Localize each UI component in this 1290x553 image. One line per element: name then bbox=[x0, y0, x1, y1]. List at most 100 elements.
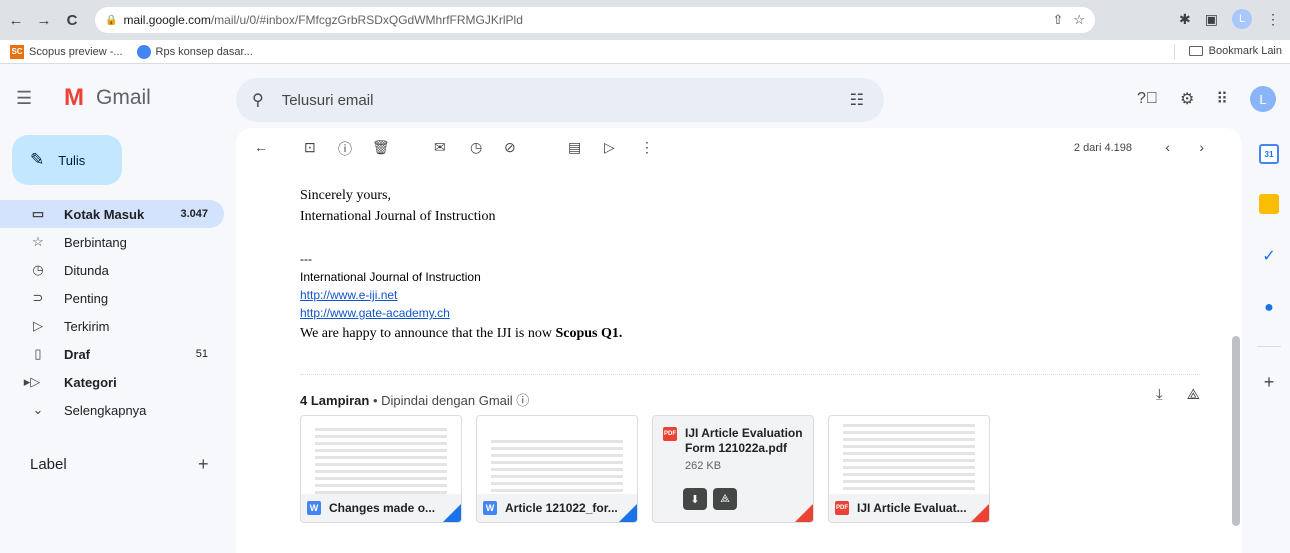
message-view: ← ⊡ ⓘ 🗑 ✉ ◷ ⊘ ▤ ▷ ⋮ 2 dari 4.198 ‹ › Sin… bbox=[236, 128, 1242, 553]
bookmark-rps[interactable]: Rps konsep dasar... bbox=[136, 44, 253, 59]
email-closing: Sincerely yours, bbox=[300, 188, 391, 203]
share-icon[interactable]: ⇧ bbox=[1052, 12, 1063, 28]
attachment-card[interactable]: W Article 121022_for... bbox=[476, 415, 638, 523]
url-domain: mail.google.com bbox=[123, 13, 211, 27]
signature-separator: --- bbox=[300, 252, 312, 266]
attachment-preview bbox=[301, 416, 461, 501]
back-to-inbox-icon[interactable]: ← bbox=[254, 139, 268, 155]
compose-button[interactable]: ✎ Tulis bbox=[12, 135, 122, 185]
other-bookmarks[interactable]: Bookmark Lain bbox=[1188, 45, 1282, 57]
move-to-icon[interactable]: ▤ bbox=[568, 139, 581, 156]
pencil-icon: ✎ bbox=[30, 150, 45, 169]
gate-academy-link[interactable]: http://www.gate-academy.ch bbox=[300, 306, 450, 320]
doc-corner-icon bbox=[443, 504, 461, 522]
bookmark-label: Scopus preview -... bbox=[29, 45, 123, 58]
attachment-name: IJI Article Evaluation Form 121022a.pdf bbox=[685, 426, 803, 455]
compose-label: Tulis bbox=[58, 152, 86, 168]
sidebar-item-starred[interactable]: ☆ Berbintang bbox=[0, 228, 224, 256]
search-icon[interactable]: ⚲ bbox=[252, 90, 264, 110]
attachment-name: Article 121022_for... bbox=[505, 501, 618, 515]
other-bookmarks-label: Bookmark Lain bbox=[1208, 45, 1282, 57]
profile-avatar[interactable]: L bbox=[1232, 9, 1252, 29]
url-path: /mail/u/0/#inbox/FMfcgzGrbRSDxQGdWMhrfFR… bbox=[210, 13, 523, 27]
attachment-preview bbox=[829, 416, 989, 494]
draft-icon: ▯ bbox=[34, 346, 42, 361]
bookmark-divider bbox=[1174, 44, 1175, 60]
address-bar[interactable]: 🔒 mail.google.com/mail/u/0/#inbox/FMfcgz… bbox=[95, 7, 1095, 33]
add-to-tasks-icon[interactable]: ⊘ bbox=[504, 139, 516, 156]
mark-unread-icon[interactable]: ✉ bbox=[434, 139, 446, 156]
scrollbar[interactable] bbox=[1232, 336, 1240, 526]
keep-icon[interactable] bbox=[1259, 194, 1279, 214]
pdf-corner-icon bbox=[795, 504, 813, 522]
account-avatar[interactable]: L bbox=[1250, 86, 1276, 112]
attachment-card-hover[interactable]: PDF IJI Article Evaluation Form 121022a.… bbox=[652, 415, 814, 523]
bookmark-star-icon[interactable]: ☆ bbox=[1073, 12, 1085, 28]
sidebar-item-drafts[interactable]: ▯ Draf 51 bbox=[0, 340, 224, 368]
download-icon[interactable]: ⬇ bbox=[683, 488, 707, 510]
attachment-card[interactable]: PDF IJI Article Evaluat... bbox=[828, 415, 990, 523]
download-all-icon[interactable]: ⤓ bbox=[1156, 386, 1163, 403]
sidebar-item-label: Draf bbox=[64, 346, 91, 362]
pagination-text: 2 dari 4.198 bbox=[1073, 142, 1132, 154]
help-icon[interactable]: ?⃝ bbox=[1137, 90, 1158, 108]
inbox-icon: ▭ bbox=[31, 206, 45, 221]
newer-chevron-left-icon[interactable]: ‹ bbox=[1165, 139, 1170, 155]
sidebar-item-snoozed[interactable]: ◷ Ditunda bbox=[0, 256, 224, 284]
attachment-footer: PDF IJI Article Evaluat... bbox=[829, 494, 989, 522]
pdf-icon: PDF bbox=[835, 501, 849, 515]
sidebar-item-label: Kategori bbox=[64, 374, 117, 390]
search-input[interactable]: Telusuri email bbox=[282, 92, 374, 109]
contacts-icon[interactable]: ● bbox=[1259, 298, 1279, 318]
reload-icon[interactable]: C bbox=[60, 12, 84, 29]
sidebar-item-label: Berbintang bbox=[64, 234, 127, 250]
gmail-logo-text[interactable]: Gmail bbox=[96, 86, 151, 110]
tab-search-icon[interactable]: ▣ bbox=[1205, 11, 1218, 28]
attachment-card[interactable]: W Changes made o... bbox=[300, 415, 462, 523]
sidebar-nav: ▭ Kotak Masuk 3.047 ☆ Berbintang ◷ Ditun… bbox=[0, 200, 224, 424]
search-bar[interactable]: ⚲ Telusuri email ☷ bbox=[236, 78, 884, 122]
gmail-logo-icon[interactable]: M bbox=[64, 84, 84, 112]
save-to-drive-icon[interactable]: ⟁ bbox=[713, 488, 737, 510]
attachment-name: IJI Article Evaluat... bbox=[857, 501, 967, 515]
extensions-icon[interactable]: ✱ bbox=[1179, 11, 1191, 28]
sidebar-item-important[interactable]: ⊃ Penting bbox=[0, 284, 224, 312]
more-options-icon[interactable]: ⋮ bbox=[640, 139, 654, 156]
browser-menu-icon[interactable]: ⋮ bbox=[1266, 11, 1280, 28]
bookmarks-bar: SC Scopus preview -... Rps konsep dasar.… bbox=[0, 40, 1290, 64]
snooze-icon[interactable]: ◷ bbox=[470, 139, 482, 156]
sidebar-item-categories[interactable]: ▸▷ Kategori bbox=[0, 368, 224, 396]
apps-grid-icon[interactable]: ⠿ bbox=[1216, 89, 1228, 109]
sidebar-item-more[interactable]: ⌄ Selengkapnya bbox=[0, 396, 224, 424]
get-addons-icon[interactable]: + bbox=[1259, 372, 1279, 392]
calendar-icon[interactable]: 31 bbox=[1259, 144, 1279, 164]
rps-icon bbox=[136, 44, 151, 59]
back-icon[interactable]: ← bbox=[4, 12, 28, 29]
word-doc-icon: W bbox=[483, 501, 497, 515]
labels-icon[interactable]: ▷ bbox=[604, 139, 615, 156]
attachments-header: 4 Lampiran • Dipindai dengan Gmail ⓘ bbox=[300, 390, 529, 409]
older-chevron-right-icon[interactable]: › bbox=[1199, 139, 1204, 155]
forward-icon[interactable]: → bbox=[32, 12, 56, 29]
sidebar-item-sent[interactable]: ▷ Terkirim bbox=[0, 312, 224, 340]
archive-icon[interactable]: ⊡ bbox=[304, 139, 316, 156]
sidebar-item-label: Penting bbox=[64, 290, 109, 306]
add-label-button[interactable]: + bbox=[198, 454, 209, 475]
search-options-icon[interactable]: ☷ bbox=[850, 90, 864, 110]
bookmark-label: Rps konsep dasar... bbox=[155, 45, 253, 58]
sidebar-item-inbox[interactable]: ▭ Kotak Masuk 3.047 bbox=[0, 200, 224, 228]
add-to-drive-icon[interactable]: ⟁ bbox=[1187, 386, 1200, 403]
delete-icon[interactable]: 🗑 bbox=[372, 139, 390, 156]
main-menu-icon[interactable]: ☰ bbox=[16, 88, 32, 109]
settings-gear-icon[interactable]: ⚙ bbox=[1180, 89, 1194, 109]
report-spam-icon[interactable]: ⓘ bbox=[338, 139, 352, 159]
email-signature: International Journal of Instruction bbox=[300, 209, 496, 224]
lock-icon: 🔒 bbox=[105, 14, 118, 26]
website-link[interactable]: http://www.e-iji.net bbox=[300, 288, 397, 302]
tasks-icon[interactable]: ✓ bbox=[1259, 246, 1279, 266]
attachment-footer: W Changes made o... bbox=[301, 494, 461, 522]
bookmark-scopus[interactable]: SC Scopus preview -... bbox=[10, 44, 123, 59]
sidebar-item-count: 51 bbox=[195, 348, 208, 360]
doc-corner-icon bbox=[619, 504, 637, 522]
sidebar-item-label: Terkirim bbox=[64, 318, 110, 334]
